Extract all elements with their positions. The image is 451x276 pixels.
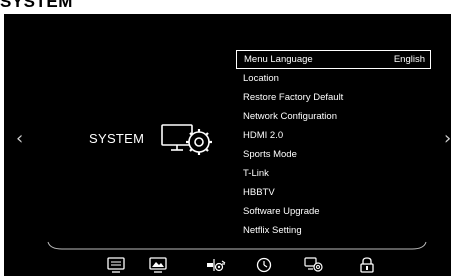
menu-item-netflix-setting[interactable]: Netflix Setting: [236, 221, 431, 240]
menu-item-label: Menu Language: [244, 54, 313, 65]
system-menu: Menu Language English Location Restore F…: [236, 50, 431, 240]
tv-menu-screen: ‹ › SYSTEM Menu Language English Locatio…: [4, 14, 451, 276]
category-label: SYSTEM: [89, 131, 145, 146]
next-category-arrow[interactable]: ›: [444, 130, 451, 148]
sound-icon[interactable]: [206, 257, 226, 273]
page-heading: SYSTEM: [0, 0, 73, 11]
menu-language-value: English: [393, 54, 425, 65]
system-settings-icon: [161, 124, 212, 155]
menu-item-t-link[interactable]: T-Link: [236, 164, 431, 183]
menu-item-restore-factory-default[interactable]: Restore Factory Default: [236, 88, 431, 107]
menu-item-location[interactable]: Location: [236, 69, 431, 88]
menu-item-software-upgrade[interactable]: Software Upgrade: [236, 202, 431, 221]
picture-icon[interactable]: [106, 257, 126, 273]
lock-icon[interactable]: [357, 257, 377, 273]
screen-icon[interactable]: [148, 257, 168, 273]
menu-item-menu-language[interactable]: Menu Language English: [236, 50, 431, 69]
bottom-bar-arc: [47, 241, 427, 250]
system-icon[interactable]: [304, 257, 324, 273]
menu-item-network-configuration[interactable]: Network Configuration: [236, 107, 431, 126]
menu-item-hbbtv[interactable]: HBBTV: [236, 183, 431, 202]
menu-item-sports-mode[interactable]: Sports Mode: [236, 145, 431, 164]
previous-category-arrow[interactable]: ‹: [16, 130, 23, 148]
menu-item-hdmi-2[interactable]: HDMI 2.0: [236, 126, 431, 145]
timer-icon[interactable]: [254, 257, 274, 273]
